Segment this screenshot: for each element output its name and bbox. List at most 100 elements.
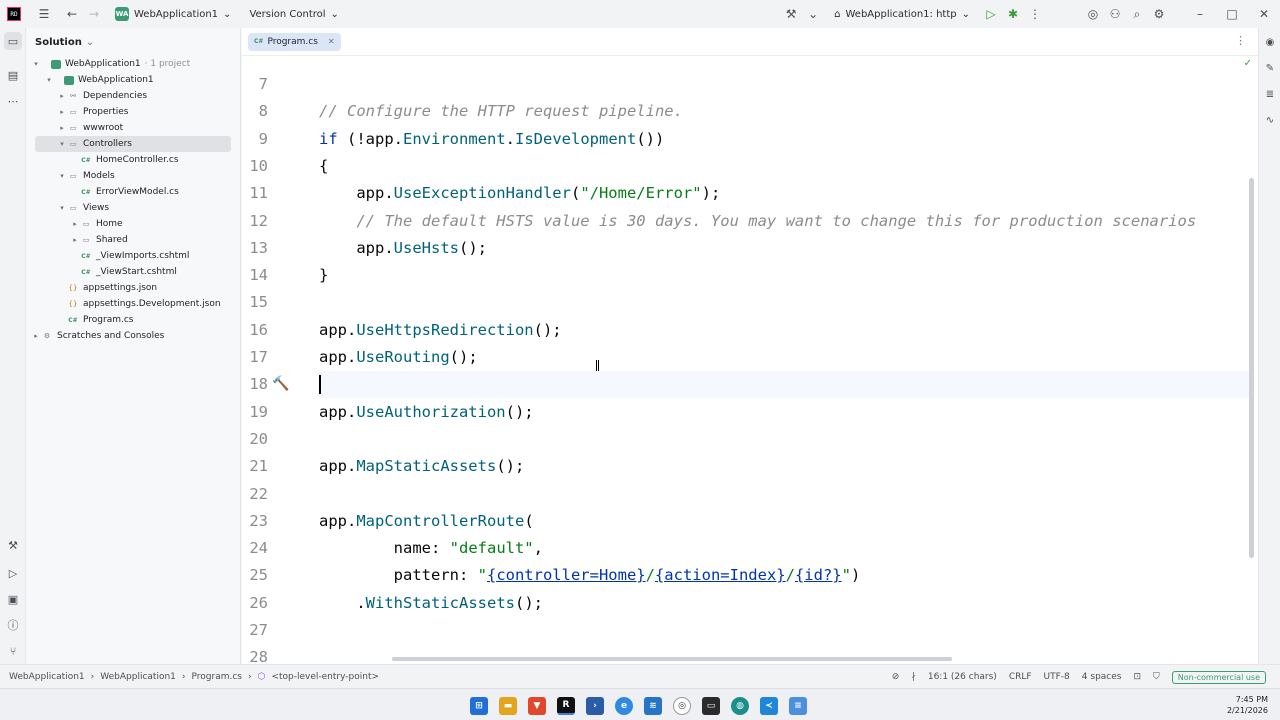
code-with-me-icon[interactable]: ⚇	[1104, 3, 1126, 25]
minimize-icon[interactable]: –	[1184, 3, 1216, 25]
chevron-right-icon[interactable]: ▸	[70, 220, 80, 228]
tree-item[interactable]: ▸ ▭ Shared	[27, 232, 240, 248]
code-line[interactable]: if (!app. Environment. IsDevelopment())	[319, 125, 664, 152]
ai-assistant-icon[interactable]: ◎	[1082, 3, 1104, 25]
chevron-right-icon[interactable]: ▸	[57, 92, 67, 100]
code-line[interactable]: app. UseRouting ();	[319, 344, 478, 371]
tree-item[interactable]: ▸ ▭ Properties	[27, 104, 240, 120]
code-line[interactable]: app. UseHttpsRedirection ();	[319, 316, 562, 343]
tree-item[interactable]: C# _ViewStart.cshtml	[27, 264, 240, 280]
back-arrow-icon[interactable]: ←	[61, 3, 83, 25]
code-line[interactable]: name: "default",	[319, 535, 543, 562]
chevron-down-icon[interactable]: ▾	[31, 60, 41, 68]
build-tool-icon[interactable]: ⚒	[4, 536, 22, 554]
database-icon[interactable]: ≣	[1262, 86, 1278, 102]
tree-item[interactable]: ▸ ⚯ Dependencies	[27, 88, 240, 104]
line-number[interactable]: 16	[242, 316, 268, 343]
solution-header[interactable]: Solution ⌄	[27, 28, 240, 56]
tree-item[interactable]: ▾ WebApplication1	[27, 72, 240, 88]
chevron-right-icon[interactable]: ▸	[57, 108, 67, 116]
globe-app-icon[interactable]: ◍	[731, 697, 749, 715]
tree-item[interactable]: C# HomeController.cs	[27, 152, 240, 168]
tab-program-cs[interactable]: C# Program.cs ✕	[248, 32, 341, 51]
project-selector[interactable]: WA WebApplication1 ⌄	[115, 7, 231, 21]
run-configuration-selector[interactable]: ⌂ WebApplication1: http ⌄	[834, 9, 970, 20]
ai-chat-icon[interactable]: ✎	[1262, 60, 1278, 76]
tree-item[interactable]: C# Program.cs	[27, 312, 240, 328]
notifications-icon[interactable]: ◉	[1262, 34, 1278, 50]
close-icon[interactable]: ✕	[1248, 3, 1280, 25]
code-line[interactable]: app. MapControllerRoute(	[319, 507, 534, 534]
main-menu-icon[interactable]: ☰	[33, 3, 55, 25]
tree-item[interactable]: ▾ ▭ Controllers	[35, 136, 231, 152]
line-number[interactable]: 23	[242, 507, 268, 534]
system-clock[interactable]: 7:45 PM 2/21/2026	[1227, 694, 1268, 716]
readonly-toggle-icon[interactable]: ⊡	[1133, 672, 1141, 682]
code-line[interactable]: // Configure the HTTP request pipeline.	[319, 98, 683, 125]
line-number[interactable]: 19	[242, 398, 268, 425]
notepad-icon[interactable]: ≡	[789, 697, 807, 715]
line-ending[interactable]: CRLF	[1009, 672, 1032, 682]
breadcrumb-item[interactable]: <top-level-entry-point>	[271, 672, 379, 682]
breadcrumb-item[interactable]: WebApplication1	[100, 672, 176, 682]
line-number[interactable]: 22	[242, 480, 268, 507]
file-explorer-icon[interactable]: ▬	[499, 697, 517, 715]
chevron-down-icon[interactable]: ▾	[57, 204, 67, 212]
chevron-right-icon[interactable]: ▸	[70, 236, 80, 244]
license-badge[interactable]: Non-commercial use	[1171, 670, 1266, 684]
chevron-right-icon[interactable]: ▸	[31, 332, 41, 340]
version-control-menu[interactable]: Version Control ⌄	[249, 9, 339, 20]
close-tab-icon[interactable]: ✕	[328, 37, 335, 46]
code-line[interactable]: pattern: " {controller=Home} / {action=Inde…	[319, 562, 861, 589]
inspection-icon[interactable]: ⊘	[892, 672, 900, 682]
more-tabs-icon[interactable]: ⋮	[1235, 34, 1246, 47]
tree-item[interactable]: {} appsettings.json	[27, 280, 240, 296]
run-tool-icon[interactable]: ▷	[4, 564, 22, 582]
rider-logo-icon[interactable]: RD	[7, 7, 21, 21]
indentation[interactable]: 4 spaces	[1082, 672, 1122, 682]
problems-icon[interactable]: ⓘ	[4, 616, 22, 634]
more-tools-icon[interactable]: ⋯	[4, 92, 22, 110]
code-line[interactable]: app. UseAuthorization ();	[319, 398, 534, 425]
brave-browser-icon[interactable]: ▼	[528, 697, 546, 715]
more-actions-icon[interactable]: ⋮	[1024, 3, 1046, 25]
ai-completion-icon[interactable]: ∤	[911, 672, 916, 682]
tree-item[interactable]: ▾ ▭ Models	[27, 168, 240, 184]
code-line[interactable]	[319, 370, 1249, 398]
line-number[interactable]: 7	[242, 71, 268, 98]
build-hammer-icon[interactable]: ⚒	[780, 3, 802, 25]
tree-item[interactable]: ▸ ⚙ Scratches and Consoles	[27, 328, 240, 344]
debug-icon[interactable]: ✱	[1002, 3, 1024, 25]
tree-item[interactable]: {} appsettings.Development.json	[27, 296, 240, 312]
structure-icon[interactable]: ▤	[4, 66, 22, 84]
visual-studio-installer-icon[interactable]: ≋	[644, 697, 662, 715]
forward-arrow-icon[interactable]: →	[83, 3, 105, 25]
line-number[interactable]: 10	[242, 152, 268, 179]
line-number[interactable]: 17	[242, 344, 268, 371]
code-line[interactable]: // The default HSTS value is 30 days. Yo…	[319, 207, 1196, 234]
maximize-icon[interactable]: □	[1216, 3, 1248, 25]
tree-item[interactable]: C# ErrorViewModel.cs	[27, 184, 240, 200]
code-line[interactable]: app. UseExceptionHandler("/Home/Error");	[319, 180, 720, 207]
code-line[interactable]: }	[319, 262, 328, 289]
line-number[interactable]: 24	[242, 535, 268, 562]
line-number[interactable]: 20	[242, 425, 268, 452]
code-area[interactable]: // Configure the HTTP request pipeline. i…	[319, 56, 1249, 664]
edge-browser-icon[interactable]: e	[615, 697, 633, 715]
chevron-down-icon[interactable]: ⌄	[802, 3, 824, 25]
file-encoding[interactable]: UTF-8	[1044, 672, 1070, 682]
shield-icon[interactable]: ⛉	[1153, 672, 1160, 682]
terminal-app-icon[interactable]: ▭	[702, 697, 720, 715]
code-line[interactable]: {	[319, 152, 328, 179]
line-number[interactable]: 13	[242, 234, 268, 261]
line-number[interactable]: 27	[242, 617, 268, 644]
profiler-icon[interactable]: ∿	[1262, 112, 1278, 128]
line-number[interactable]: 26	[242, 589, 268, 616]
chevron-down-icon[interactable]: ▾	[44, 76, 54, 84]
line-number[interactable]: 15	[242, 289, 268, 316]
tree-item[interactable]: ▸ ▭ Home	[27, 216, 240, 232]
line-number[interactable]: 25	[242, 562, 268, 589]
breadcrumb-item[interactable]: WebApplication1	[9, 672, 85, 682]
vscode-icon[interactable]: ≺	[760, 697, 778, 715]
powershell-icon[interactable]: ›	[586, 697, 604, 715]
